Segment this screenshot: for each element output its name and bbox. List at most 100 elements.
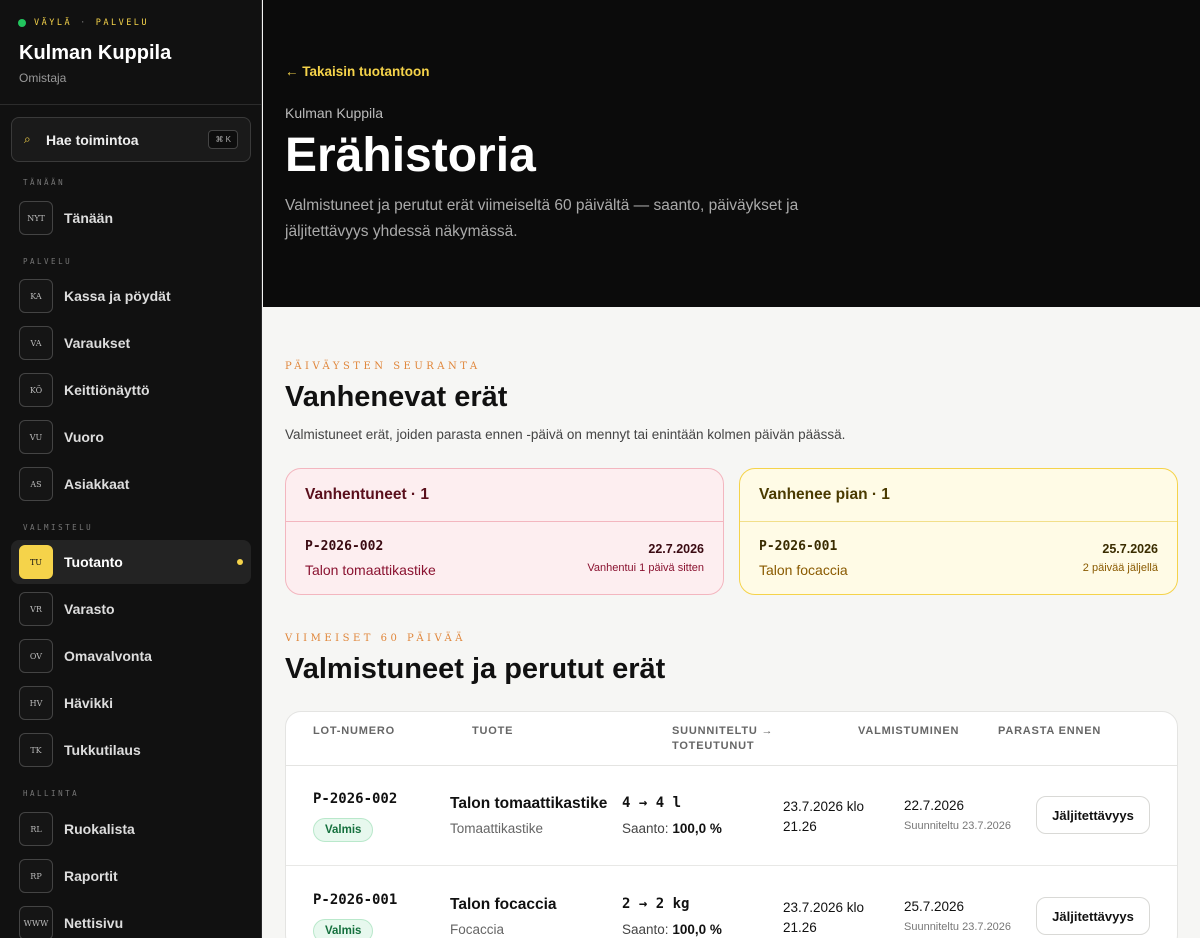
sidebar-item-varasto[interactable]: VR Varasto	[11, 587, 251, 631]
nav-code-badge: RL	[19, 812, 53, 846]
yield: Saanto: 100,0 %	[622, 922, 722, 937]
nav-code-badge: TU	[19, 545, 53, 579]
sidebar-item-vuoro[interactable]: VU Vuoro	[11, 415, 251, 459]
best-before-date: 25.7.2026	[904, 899, 965, 914]
lot-number: P-2026-001	[313, 892, 398, 908]
product-name: Talon tomaattikastike	[305, 562, 436, 578]
sidebar-item-nettisivu[interactable]: WWW Nettisivu	[11, 901, 251, 938]
brand-part2: PALVELU	[95, 18, 150, 28]
nav-code-badge: RP	[19, 859, 53, 893]
sidebar-item-omavalvonta[interactable]: OV Omavalvonta	[11, 634, 251, 678]
traceability-button[interactable]: Jäljitettävyys	[1036, 897, 1150, 935]
sidebar-item-label: Omavalvonta	[64, 648, 152, 664]
nav-code-badge: AS	[19, 467, 53, 501]
sidebar-item-label: Tänään	[64, 210, 114, 226]
nav-code-badge: NYT	[19, 201, 53, 235]
sidebar-item-label: Vuoro	[64, 429, 104, 445]
sidebar-item-tuotanto[interactable]: TU Tuotanto	[11, 540, 251, 584]
sidebar-item-tukkutilaus[interactable]: TK Tukkutilaus	[11, 728, 251, 772]
sidebar-item-label: Keittiönäyttö	[64, 382, 150, 398]
section-eyebrow: VIIMEISET 60 PÄIVÄÄ	[285, 633, 466, 644]
section-eyebrow: PÄIVÄYSTEN SEURANTA	[285, 361, 481, 372]
sidebar-item-label: Tuotanto	[64, 554, 123, 570]
nav-group-label: HALLINTA	[23, 789, 80, 798]
quantity: 2 → 2 kg	[622, 896, 690, 912]
best-before-date: 25.7.2026	[1102, 542, 1158, 556]
page-header: ← Takaisin tuotantoon Kulman Kuppila Erä…	[263, 0, 1200, 307]
completed-time: 23.7.2026 klo 21.26	[783, 900, 865, 935]
nav-code-badge: VA	[19, 326, 53, 360]
yield-value: 100,0 %	[672, 821, 722, 836]
sidebar-item-label: Tukkutilaus	[64, 742, 141, 758]
brand-part1: VÄYLÄ	[34, 18, 73, 28]
nav-group-label: TÄNÄÄN	[23, 178, 66, 187]
sidebar-item-label: Varasto	[64, 601, 115, 617]
search-label: Hae toimintoa	[46, 131, 139, 148]
lot-number[interactable]: P-2026-001	[759, 539, 837, 554]
product-name: Talon focaccia	[759, 562, 848, 578]
lot-number: P-2026-002	[313, 791, 398, 807]
search-icon: ⌕	[24, 132, 31, 146]
yield-label: Saanto:	[622, 922, 669, 937]
sidebar-item-label: Hävikki	[64, 695, 114, 711]
sidebar-item-ruokalista[interactable]: RL Ruokalista	[11, 807, 251, 851]
product-name: Talon focaccia	[450, 896, 557, 913]
product-name: Talon tomaattikastike	[450, 795, 608, 812]
workspace-name: Kulman Kuppila	[19, 42, 172, 64]
sidebar-item-label: Ruokalista	[64, 821, 135, 837]
section-title: Vanhenevat erät	[285, 381, 508, 413]
sidebar: VÄYLÄ · PALVELU Kulman Kuppila Omistaja …	[0, 0, 262, 938]
sidebar-item-raportit[interactable]: RP Raportit	[11, 854, 251, 898]
nav-group-label: PALVELU	[23, 257, 73, 266]
column-header-product: TUOTE	[472, 725, 514, 737]
breadcrumb: Kulman Kuppila	[285, 105, 384, 121]
brand-separator: ·	[80, 18, 88, 28]
sidebar-item-label: Asiakkaat	[64, 476, 130, 492]
nav-code-badge: HV	[19, 686, 53, 720]
back-link[interactable]: ← Takaisin tuotantoon	[285, 64, 430, 79]
nav-group-label: VALMISTELU	[23, 523, 94, 532]
expiring-soon-card: Vanhenee pian · 1 P-2026-001 Talon focac…	[739, 468, 1178, 595]
table-row: P-2026-001 Valmis Talon focaccia Focacci…	[286, 867, 1177, 938]
yield-label: Saanto:	[622, 821, 669, 836]
column-header-best-before: PARASTA ENNEN	[998, 725, 1102, 737]
column-header-completed: VALMISTUMINEN	[858, 725, 960, 737]
sidebar-item-keittionaytto[interactable]: KÖ Keittiönäyttö	[11, 368, 251, 412]
brand: VÄYLÄ · PALVELU	[18, 18, 149, 28]
page-description: Valmistuneet ja perutut erät viimeiseltä…	[285, 197, 799, 240]
command-search-button[interactable]: ⌕ Hae toimintoa ⌘ K	[11, 117, 251, 162]
best-before-date: 22.7.2026	[648, 542, 704, 556]
yield: Saanto: 100,0 %	[622, 821, 722, 836]
nav-code-badge: WWW	[19, 906, 53, 938]
shortcut-hint: ⌘ K	[208, 130, 238, 149]
sidebar-item-tanaan[interactable]: NYT Tänään	[11, 196, 251, 240]
completed-time: 23.7.2026 klo 21.26	[783, 799, 865, 834]
divider	[0, 104, 262, 105]
batch-history-table: LOT-NUMERO TUOTE SUUNNITELTU → TOTEUTUNU…	[285, 711, 1178, 938]
lot-number[interactable]: P-2026-002	[305, 539, 383, 554]
nav-code-badge: KA	[19, 279, 53, 313]
card-header: Vanhenee pian · 1	[740, 469, 1177, 522]
nav-code-badge: OV	[19, 639, 53, 673]
sidebar-item-varaukset[interactable]: VA Varaukset	[11, 321, 251, 365]
planned-date: Suunniteltu 23.7.2026	[904, 820, 1012, 832]
sidebar-item-havikki[interactable]: HV Hävikki	[11, 681, 251, 725]
sidebar-item-label: Varaukset	[64, 335, 131, 351]
planned-date: Suunniteltu 23.7.2026	[904, 921, 1012, 933]
card-header: Vanhentuneet · 1	[286, 469, 723, 522]
sidebar-item-kassa[interactable]: KA Kassa ja pöydät	[11, 274, 251, 318]
yield-value: 100,0 %	[672, 922, 722, 937]
main-content: PÄIVÄYSTEN SEURANTA Vanhenevat erät Valm…	[263, 307, 1200, 938]
traceability-button[interactable]: Jäljitettävyys	[1036, 796, 1150, 834]
expired-card: Vanhentuneet · 1 P-2026-002 Talon tomaat…	[285, 468, 724, 595]
sidebar-item-asiakkaat[interactable]: AS Asiakkaat	[11, 462, 251, 506]
status-dot	[18, 19, 26, 27]
page-title: Erähistoria	[285, 129, 536, 182]
column-header-planned-line2: TOTEUTUNUT	[672, 740, 755, 752]
nav-code-badge: VU	[19, 420, 53, 454]
column-header-planned: SUUNNITELTU → TOTEUTUNUT	[672, 724, 773, 754]
column-header-lot: LOT-NUMERO	[313, 725, 395, 737]
nav-code-badge: KÖ	[19, 373, 53, 407]
table-header: LOT-NUMERO TUOTE SUUNNITELTU → TOTEUTUNU…	[286, 712, 1177, 766]
active-indicator	[237, 559, 243, 565]
